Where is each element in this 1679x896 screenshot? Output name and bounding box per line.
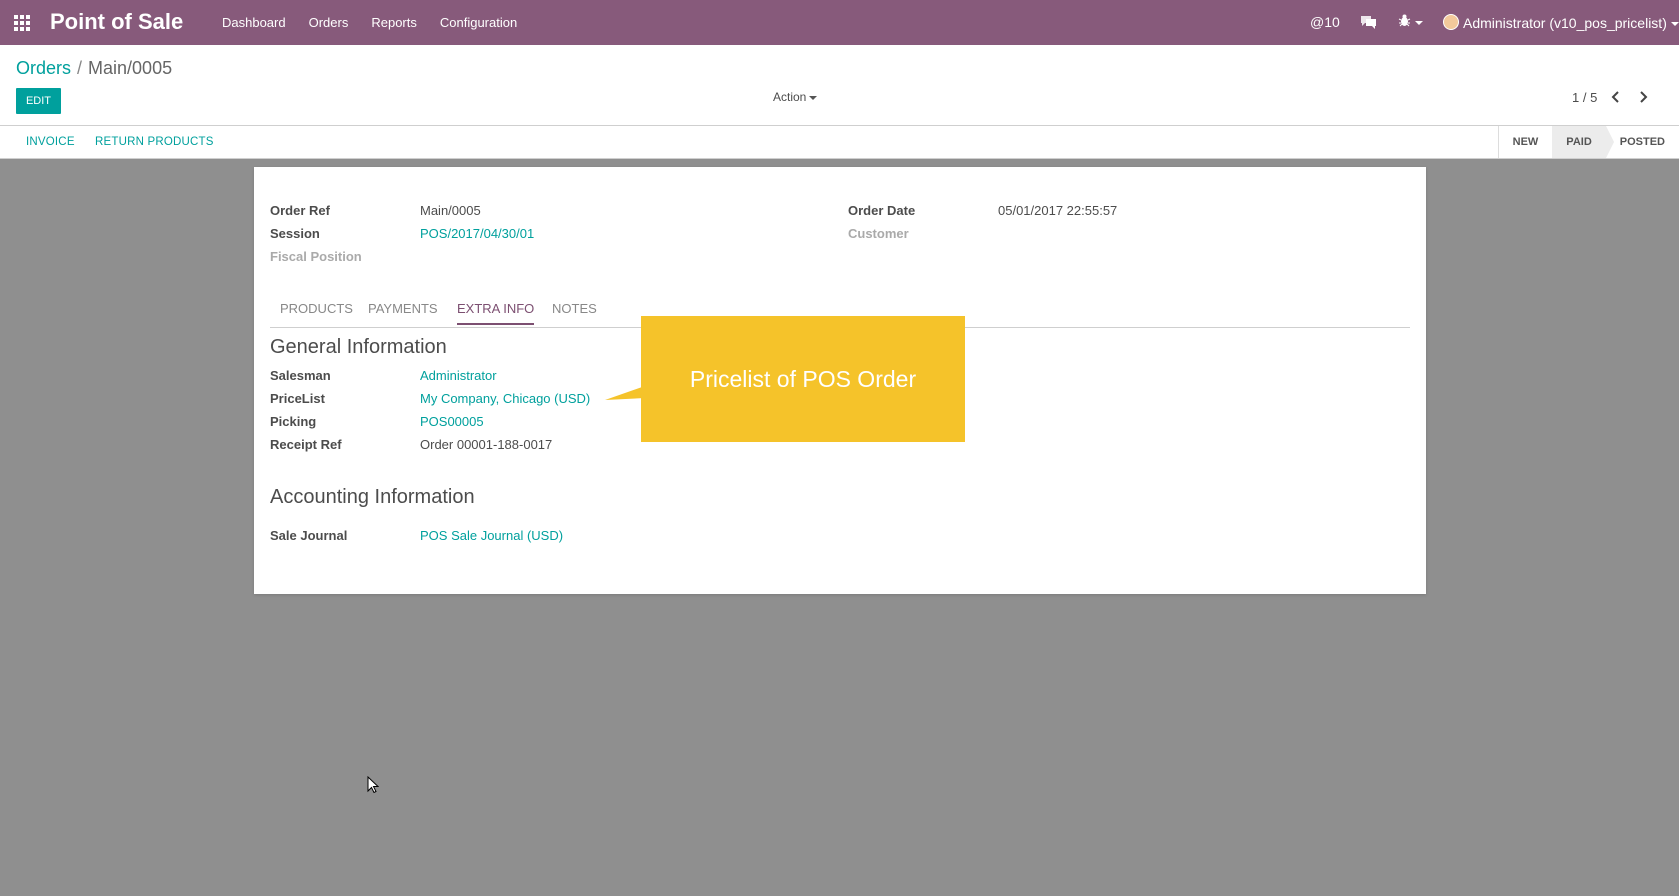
mentions-counter[interactable]: @10 bbox=[1310, 14, 1340, 30]
menu-dashboard[interactable]: Dashboard bbox=[222, 15, 286, 30]
tab-payments[interactable]: PAYMENTS bbox=[368, 301, 438, 316]
sale-journal-label: Sale Journal bbox=[270, 528, 348, 543]
pager-value[interactable]: 1 / 5 bbox=[1572, 90, 1597, 105]
tab-products[interactable]: PRODUCTS bbox=[280, 301, 353, 316]
stage-paid[interactable]: PAID bbox=[1552, 126, 1614, 158]
order-date-label: Order Date bbox=[848, 203, 916, 218]
session-label: Session bbox=[270, 226, 320, 241]
top-menu: Dashboard Orders Reports Configuration bbox=[222, 15, 540, 30]
control-panel: Orders / Main/0005 EDIT Action 1 / 5 bbox=[0, 45, 1679, 126]
breadcrumb-current: Main/0005 bbox=[88, 58, 173, 78]
status-bar: INVOICE RETURN PRODUCTS NEW PAID POSTED bbox=[0, 126, 1679, 159]
menu-configuration[interactable]: Configuration bbox=[440, 15, 517, 30]
pricelist-label: PriceList bbox=[270, 391, 325, 406]
tab-extra-info[interactable]: EXTRA INFO bbox=[457, 301, 535, 325]
order-date-value: 05/01/2017 22:55:57 bbox=[998, 203, 1118, 218]
order-ref-label: Order Ref bbox=[270, 203, 330, 218]
picking-link[interactable]: POS00005 bbox=[420, 414, 484, 429]
stage-paid-label: PAID bbox=[1566, 136, 1592, 148]
breadcrumb-separator: / bbox=[77, 58, 83, 78]
mouse-cursor-icon bbox=[367, 776, 379, 794]
app-title[interactable]: Point of Sale bbox=[50, 9, 183, 35]
return-products-button[interactable]: RETURN PRODUCTS bbox=[95, 136, 214, 148]
session-link[interactable]: POS/2017/04/30/01 bbox=[420, 226, 534, 241]
chevron-right-icon[interactable] bbox=[1635, 89, 1651, 105]
user-menu[interactable]: Administrator (v10_pos_pricelist) bbox=[1443, 14, 1679, 31]
user-name: Administrator (v10_pos_pricelist) bbox=[1463, 15, 1667, 31]
chat-icon[interactable] bbox=[1360, 14, 1377, 32]
menu-orders[interactable]: Orders bbox=[309, 15, 349, 30]
edit-button[interactable]: EDIT bbox=[16, 88, 61, 114]
invoice-button[interactable]: INVOICE bbox=[26, 136, 75, 148]
receipt-ref-label: Receipt Ref bbox=[270, 437, 342, 452]
stage-new[interactable]: NEW bbox=[1499, 126, 1553, 158]
chevron-left-icon[interactable] bbox=[1608, 89, 1624, 105]
accounting-information-title: Accounting Information bbox=[270, 486, 475, 508]
receipt-ref-value: Order 00001-188-0017 bbox=[420, 437, 553, 452]
stage-pipeline: NEW PAID POSTED bbox=[1497, 126, 1679, 158]
action-label: Action bbox=[773, 90, 807, 104]
fiscal-position-label: Fiscal Position bbox=[270, 249, 362, 264]
pricelist-link[interactable]: My Company, Chicago (USD) bbox=[420, 391, 590, 406]
avatar bbox=[1443, 14, 1459, 30]
picking-label: Picking bbox=[270, 414, 317, 429]
breadcrumb-orders[interactable]: Orders bbox=[16, 58, 71, 78]
menu-reports[interactable]: Reports bbox=[371, 15, 417, 30]
breadcrumb: Orders / Main/0005 bbox=[16, 58, 172, 79]
top-navbar: Point of Sale Dashboard Orders Reports C… bbox=[0, 0, 1679, 46]
apps-grid-icon[interactable] bbox=[14, 15, 32, 31]
tab-notes[interactable]: NOTES bbox=[552, 301, 597, 316]
sale-journal-link[interactable]: POS Sale Journal (USD) bbox=[420, 528, 563, 543]
pricelist-callout: Pricelist of POS Order bbox=[641, 316, 965, 442]
caret-down-icon bbox=[809, 95, 818, 100]
action-dropdown[interactable]: Action bbox=[773, 90, 818, 104]
salesman-link[interactable]: Administrator bbox=[420, 368, 497, 383]
callout-pointer bbox=[605, 386, 645, 400]
order-ref-value: Main/0005 bbox=[420, 203, 481, 218]
general-information-title: General Information bbox=[270, 336, 447, 358]
customer-label: Customer bbox=[848, 226, 909, 241]
bug-icon bbox=[1398, 14, 1411, 27]
salesman-label: Salesman bbox=[270, 368, 331, 383]
debug-menu[interactable] bbox=[1398, 14, 1423, 30]
stage-posted[interactable]: POSTED bbox=[1606, 126, 1679, 158]
